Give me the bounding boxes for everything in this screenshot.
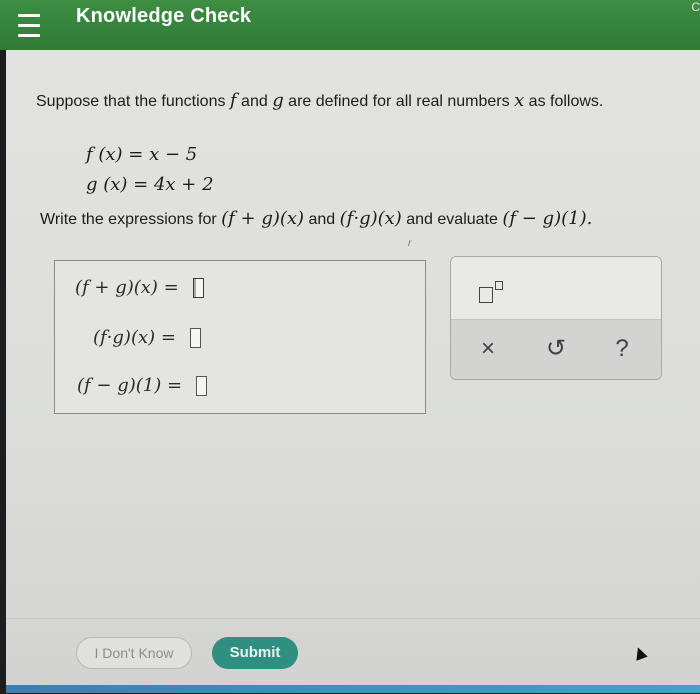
- answer-row-sum: (f + g)(x) =: [75, 277, 204, 298]
- content-area: Suppose that the functions f and g are d…: [0, 50, 700, 693]
- problem-prompt: Suppose that the functions f and g are d…: [36, 90, 604, 111]
- answer-row-difference: (f − g)(1) =: [77, 375, 208, 396]
- app-header: Knowledge Check C: [0, 0, 700, 50]
- answer-input-product[interactable]: [189, 327, 201, 348]
- header-edge-glyph: C: [691, 0, 700, 14]
- action-bar: I Don't Know Submit: [6, 618, 700, 694]
- toolbox-actions: × ↺ ?: [451, 319, 661, 379]
- mouse-cursor-icon: [632, 645, 648, 661]
- dont-know-button[interactable]: I Don't Know: [76, 637, 192, 669]
- footer-strip: [6, 685, 700, 693]
- page-title: Knowledge Check: [76, 5, 252, 27]
- clear-icon[interactable]: ×: [473, 334, 503, 364]
- menu-icon[interactable]: [14, 10, 44, 40]
- answer-row-product: (f·g)(x) =: [93, 327, 201, 348]
- definition-g: g (x) = 4x + 2: [86, 174, 214, 195]
- answer-panel: (f + g)(x) = (f·g)(x) = (f − g)(1) =: [54, 260, 426, 414]
- undo-icon[interactable]: ↺: [541, 334, 571, 364]
- definition-f: f (x) = x − 5: [86, 144, 198, 165]
- instructions: Write the expressions for (f + g)(x) and…: [40, 208, 593, 229]
- answer-input-difference[interactable]: [196, 375, 208, 396]
- help-icon[interactable]: ?: [607, 334, 637, 364]
- superscript-icon[interactable]: [479, 281, 503, 305]
- submit-button[interactable]: Submit: [212, 637, 298, 669]
- answer-input-sum[interactable]: [192, 277, 204, 298]
- stray-mark: r: [408, 238, 412, 249]
- function-definitions: f (x) = x − 5 g (x) = 4x + 2: [86, 140, 214, 200]
- math-toolbox: × ↺ ?: [450, 256, 662, 380]
